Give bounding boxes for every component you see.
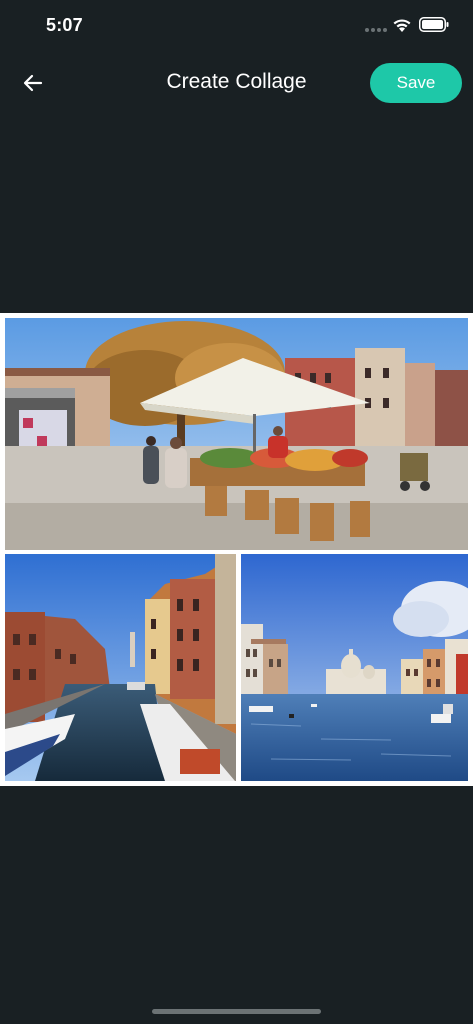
top-bar: Create Collage Save: [0, 58, 473, 108]
battery-icon: [419, 17, 449, 32]
home-indicator: [152, 1009, 321, 1014]
venice-market-stall-photo[interactable]: [5, 318, 468, 550]
status-bar: 5:07: [0, 0, 473, 50]
cellular-signal-icon: [365, 28, 387, 32]
venice-grand-canal-photo[interactable]: [241, 554, 468, 781]
status-time: 5:07: [46, 15, 83, 35]
collage-preview: [0, 313, 473, 786]
venice-narrow-canal-photo[interactable]: [5, 554, 236, 781]
wifi-icon: [393, 19, 411, 32]
save-button[interactable]: Save: [370, 63, 462, 103]
